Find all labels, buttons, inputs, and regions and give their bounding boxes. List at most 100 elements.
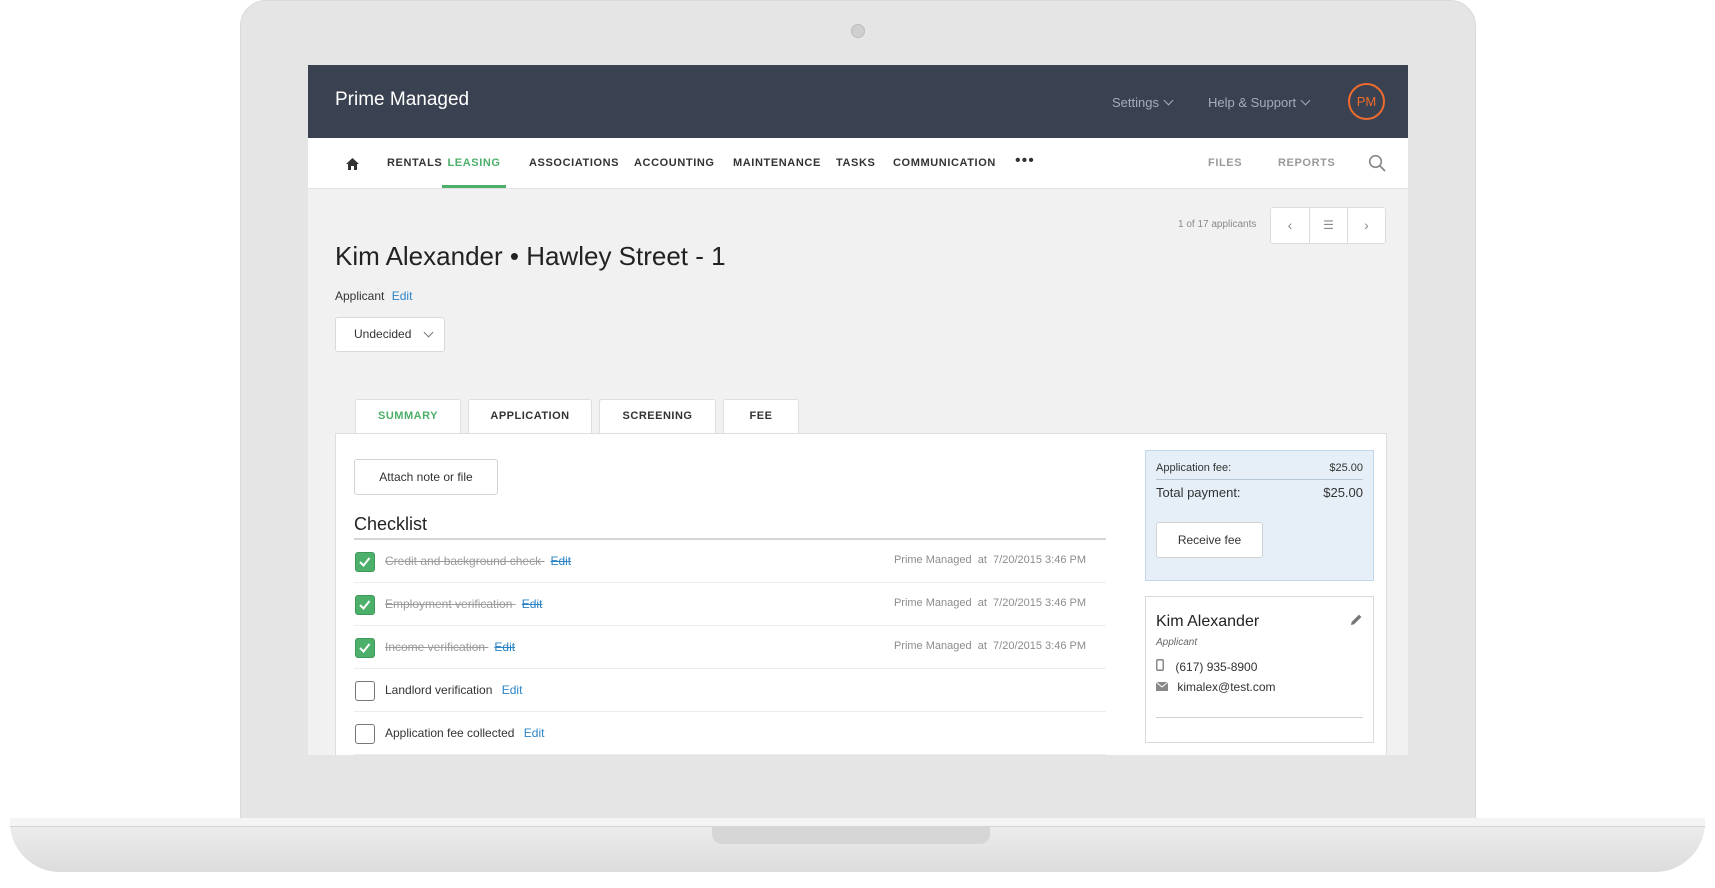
laptop-notch xyxy=(712,826,990,844)
checkbox-unchecked[interactable] xyxy=(355,724,375,744)
completion-meta: Prime Managed at 7/20/2015 3:46 PM xyxy=(894,597,1086,609)
page-title: Kim Alexander • Hawley Street - 1 xyxy=(335,241,726,271)
contact-email: kimalex@test.com xyxy=(1155,680,1276,694)
completion-meta: Prime Managed at 7/20/2015 3:46 PM xyxy=(894,640,1086,652)
role-label: Applicant xyxy=(335,289,385,303)
checklist-label: Income verification Edit xyxy=(385,640,515,654)
applicant-role: Applicant Edit xyxy=(335,289,412,303)
checklist-item: Credit and background check Edit Prime M… xyxy=(354,540,1106,583)
nav-item-files[interactable]: FILES xyxy=(1208,138,1242,188)
fee-summary: Application fee: $25.00 Total payment: $… xyxy=(1145,450,1374,581)
completed-by: Prime Managed xyxy=(893,597,972,609)
checkbox-checked[interactable] xyxy=(355,638,375,658)
total-label: Total payment: xyxy=(1156,485,1241,500)
completed-at: at xyxy=(977,554,987,566)
chevron-down-icon xyxy=(1163,95,1174,106)
pencil-icon[interactable] xyxy=(1350,613,1363,631)
settings-label: Settings xyxy=(1112,95,1159,110)
mail-icon xyxy=(1155,680,1169,694)
divider xyxy=(1156,717,1363,718)
tab-application[interactable]: APPLICATION xyxy=(468,399,592,434)
edit-link[interactable]: Edit xyxy=(502,683,523,697)
nav-item-associations[interactable]: ASSOCIATIONS xyxy=(529,138,619,188)
attach-note-button[interactable]: Attach note or file xyxy=(354,459,498,495)
nav-item-rentals[interactable]: RENTALS xyxy=(387,138,442,188)
completion-meta: Prime Managed at 7/20/2015 3:46 PM xyxy=(894,554,1086,566)
checklist-label: Application fee collected Edit xyxy=(385,726,544,740)
checkbox-checked[interactable] xyxy=(355,552,375,572)
checkbox-unchecked[interactable] xyxy=(355,681,375,701)
main-nav: RENTALS LEASING ASSOCIATIONS ACCOUNTING … xyxy=(308,138,1408,189)
prev-button[interactable]: ‹ xyxy=(1271,208,1309,243)
summary-panel: Attach note or file Checklist Credit and… xyxy=(335,433,1387,755)
completed-date: 7/20/2015 3:46 PM xyxy=(993,640,1086,652)
checklist-text: Income verification xyxy=(385,640,486,654)
edit-role-link[interactable]: Edit xyxy=(392,289,413,303)
completed-by: Prime Managed xyxy=(893,640,972,652)
nav-item-accounting[interactable]: ACCOUNTING xyxy=(634,138,715,188)
edit-link[interactable]: Edit xyxy=(522,597,543,611)
pager: ‹ ☰ › xyxy=(1270,207,1386,244)
settings-menu[interactable]: Settings xyxy=(1112,95,1174,110)
status-value: Undecided xyxy=(354,327,412,341)
fee-label: Application fee: xyxy=(1156,462,1232,474)
checklist-item: Landlord verification Edit xyxy=(354,669,1106,712)
checklist-item: Application fee collected Edit xyxy=(354,712,1106,755)
phone-number: (617) 935-8900 xyxy=(1175,660,1258,674)
total-payment-row: Total payment: $25.00 xyxy=(1156,485,1363,500)
chevron-down-icon xyxy=(423,327,434,338)
nav-item-communication[interactable]: COMMUNICATION xyxy=(893,138,996,188)
checklist-text: Employment verification xyxy=(385,597,513,611)
edit-link[interactable]: Edit xyxy=(524,726,545,740)
app-screen: Prime Managed Settings Help & Support PM… xyxy=(308,65,1408,755)
camera xyxy=(851,24,865,38)
checklist-label: Credit and background check Edit xyxy=(385,554,571,568)
completed-at: at xyxy=(977,640,987,652)
checklist-label: Employment verification Edit xyxy=(385,597,542,611)
divider xyxy=(1156,479,1363,480)
checklist-text: Landlord verification xyxy=(385,683,493,697)
pager-count: 1 of 17 applicants xyxy=(1178,219,1257,230)
app-title: Prime Managed xyxy=(335,89,470,110)
completed-date: 7/20/2015 3:46 PM xyxy=(993,597,1086,609)
next-button[interactable]: › xyxy=(1348,208,1385,243)
top-bar: Prime Managed Settings Help & Support PM xyxy=(308,65,1408,138)
edit-link[interactable]: Edit xyxy=(550,554,571,568)
nav-item-reports[interactable]: REPORTS xyxy=(1278,138,1335,188)
checklist-text: Credit and background check xyxy=(385,554,542,568)
completed-date: 7/20/2015 3:46 PM xyxy=(993,554,1086,566)
completed-by: Prime Managed xyxy=(893,554,972,566)
edit-link[interactable]: Edit xyxy=(494,640,515,654)
checklist-label: Landlord verification Edit xyxy=(385,683,522,697)
help-label: Help & Support xyxy=(1208,95,1297,110)
home-icon[interactable] xyxy=(346,157,359,175)
list-button[interactable]: ☰ xyxy=(1310,208,1347,243)
total-value: $25.00 xyxy=(1323,485,1363,500)
email-address: kimalex@test.com xyxy=(1177,680,1276,694)
contact-phone: (617) 935-8900 xyxy=(1156,659,1257,674)
application-fee-row: Application fee: $25.00 xyxy=(1156,462,1363,474)
phone-icon xyxy=(1156,659,1164,674)
checklist-item: Employment verification Edit Prime Manag… xyxy=(354,583,1106,626)
tab-fee[interactable]: FEE xyxy=(723,399,799,434)
checklist-heading: Checklist xyxy=(354,514,428,534)
checklist-text: Application fee collected xyxy=(385,726,515,740)
search-icon[interactable] xyxy=(1368,154,1386,177)
fee-value: $25.00 xyxy=(1329,462,1363,474)
tab-screening[interactable]: SCREENING xyxy=(599,399,716,434)
avatar[interactable]: PM xyxy=(1348,83,1385,120)
nav-item-maintenance[interactable]: MAINTENANCE xyxy=(733,138,821,188)
status-dropdown[interactable]: Undecided xyxy=(335,317,445,352)
chevron-down-icon xyxy=(1300,95,1311,106)
checkbox-checked[interactable] xyxy=(355,595,375,615)
nav-item-tasks[interactable]: TASKS xyxy=(836,138,875,188)
contact-name: Kim Alexander xyxy=(1156,613,1260,630)
receive-fee-button[interactable]: Receive fee xyxy=(1156,522,1263,558)
contact-card: Kim Alexander Applicant (617) 935-8900 k… xyxy=(1145,596,1374,743)
more-icon[interactable]: ••• xyxy=(1015,152,1035,170)
help-menu[interactable]: Help & Support xyxy=(1208,95,1311,110)
completed-at: at xyxy=(977,597,987,609)
nav-item-leasing[interactable]: LEASING xyxy=(442,138,506,188)
tab-summary[interactable]: SUMMARY xyxy=(355,399,461,435)
checklist-item: Income verification Edit Prime Managed a… xyxy=(354,626,1106,669)
